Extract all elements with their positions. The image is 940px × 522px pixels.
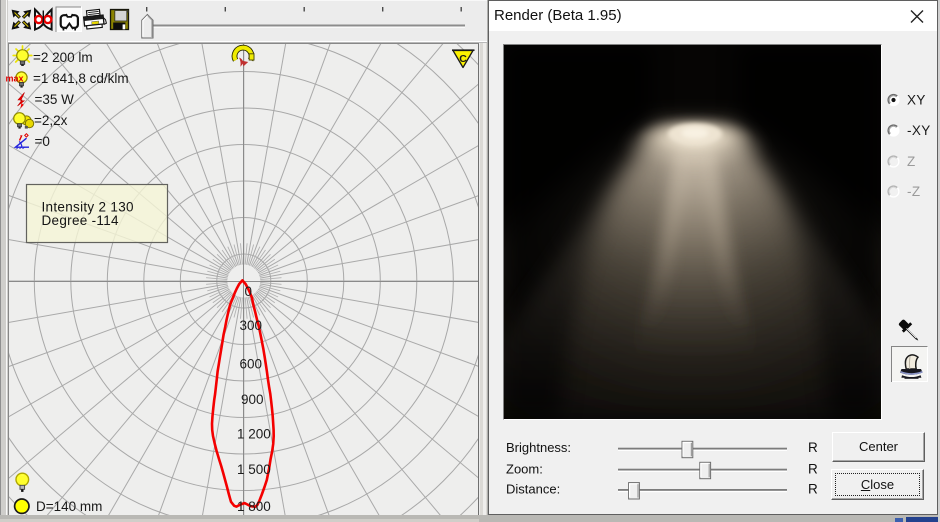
svg-text:XY: XY <box>907 93 926 108</box>
svg-text:=2,2x: =2,2x <box>34 113 68 128</box>
svg-text:Zoom:: Zoom: <box>506 462 543 477</box>
svg-text:R: R <box>808 482 818 497</box>
svg-text:R: R <box>808 462 818 477</box>
svg-text:=1 841,8 cd/klm: =1 841,8 cd/klm <box>33 71 129 86</box>
svg-text:=2 200 lm: =2 200 lm <box>33 50 93 65</box>
svg-text:-Z: -Z <box>907 184 921 199</box>
svg-text:D=140 mm: D=140 mm <box>36 499 102 514</box>
svg-text:Brightness:: Brightness: <box>506 440 571 455</box>
svg-text:-XY: -XY <box>907 123 931 138</box>
svg-text:=0: =0 <box>35 134 50 149</box>
svg-text:Z: Z <box>907 154 916 169</box>
svg-text:max: max <box>6 74 24 84</box>
svg-text:=35 W: =35 W <box>35 92 75 107</box>
svg-text:R: R <box>808 440 818 455</box>
svg-text:Distance:: Distance: <box>506 482 560 497</box>
